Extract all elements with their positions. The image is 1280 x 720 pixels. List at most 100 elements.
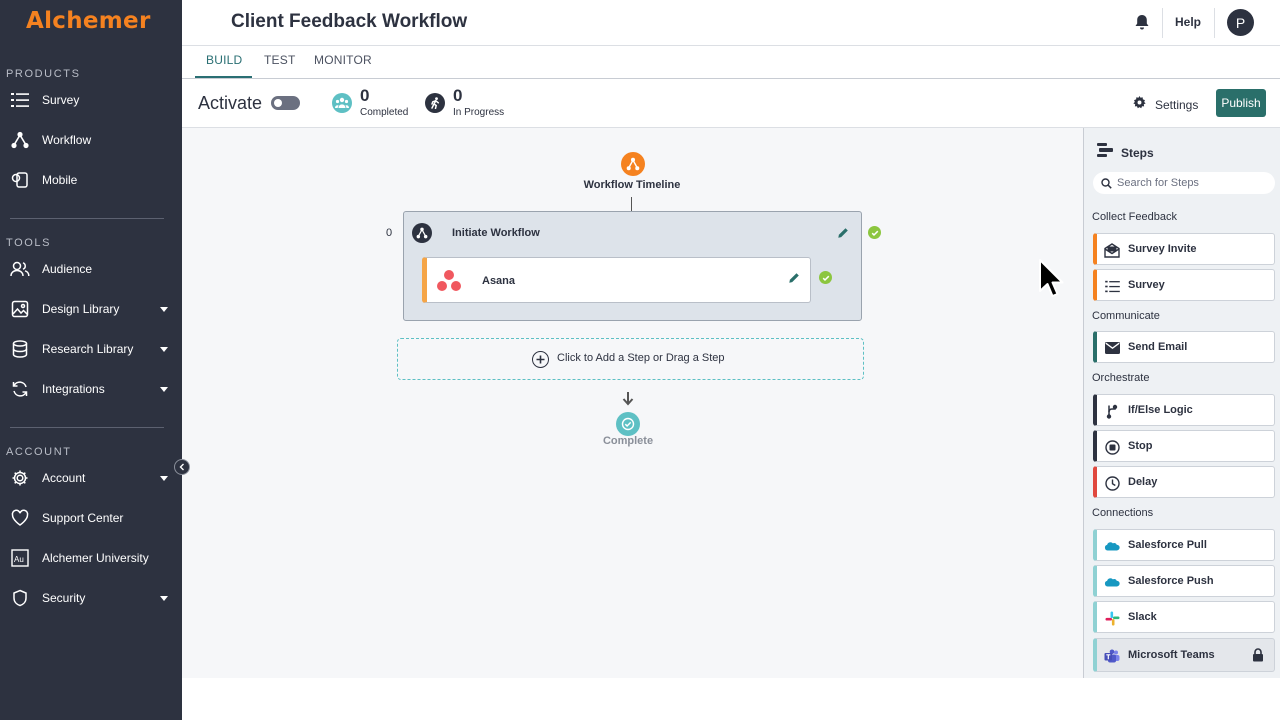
edit-pencil-icon[interactable] — [788, 271, 800, 283]
step-card-microsoft-teams[interactable]: Microsoft Teams — [1093, 638, 1275, 672]
section-label-products: PRODUCTS — [6, 68, 81, 80]
sidebar: Alchemer PRODUCTS Survey Workflow Mobile… — [0, 0, 182, 720]
salesforce-icon — [1104, 538, 1120, 554]
workflow-icon — [412, 223, 432, 243]
university-icon: Au — [10, 548, 30, 568]
steps-stack-icon — [1097, 143, 1113, 162]
sidebar-item-mobile[interactable]: Mobile — [0, 163, 182, 197]
workflow-toolbar: Activate 0 Completed 0 In Progress Setti… — [182, 79, 1280, 128]
chevron-down-icon — [160, 387, 168, 392]
group-label-connections: Connections — [1092, 507, 1154, 519]
in-progress-count: 0 — [453, 86, 463, 105]
initiate-workflow-step[interactable]: Initiate Workflow Asana — [403, 211, 881, 321]
group-label-communicate: Communicate — [1092, 310, 1160, 322]
sidebar-item-label: Research Library — [42, 342, 134, 356]
help-link[interactable]: Help — [1175, 15, 1201, 29]
svg-text:Au: Au — [14, 555, 24, 564]
sidebar-item-workflow[interactable]: Workflow — [0, 123, 182, 157]
sidebar-item-label: Alchemer University — [42, 551, 149, 565]
alchemer-logo[interactable]: Alchemer — [26, 8, 151, 34]
sidebar-divider — [10, 218, 164, 219]
group-label-collect-feedback: Collect Feedback — [1092, 211, 1177, 223]
sidebar-item-alchemer-university[interactable]: Au Alchemer University — [0, 541, 182, 575]
sidebar-item-integrations[interactable]: Integrations — [0, 372, 182, 406]
sidebar-item-audience[interactable]: Audience — [0, 252, 182, 286]
chevron-down-icon — [160, 596, 168, 601]
sidebar-item-account[interactable]: Account — [0, 461, 182, 495]
slack-icon — [1104, 610, 1120, 626]
sidebar-item-label: Account — [42, 471, 86, 485]
step-card-label: Stop — [1128, 440, 1153, 452]
sidebar-item-label: Audience — [42, 262, 93, 276]
workflow-canvas[interactable]: Workflow Timeline 0 Initiate Workflow As… — [182, 128, 1083, 678]
sidebar-item-support-center[interactable]: Support Center — [0, 501, 182, 535]
add-step-dropzone[interactable]: Click to Add a Step or Drag a Step — [397, 338, 864, 380]
avatar[interactable]: P — [1227, 9, 1254, 36]
step-card-slack[interactable]: Slack — [1093, 601, 1275, 633]
step-card-delay[interactable]: Delay — [1093, 466, 1275, 498]
activate-label: Activate — [198, 93, 263, 113]
settings-button[interactable]: Settings — [1133, 96, 1198, 114]
step-card-survey[interactable]: Survey — [1093, 269, 1275, 301]
steps-search-input[interactable] — [1117, 177, 1267, 189]
step-card-label: Delay — [1128, 476, 1158, 488]
settings-label: Settings — [1155, 98, 1199, 112]
stop-icon — [1104, 439, 1120, 455]
step-card-survey-invite[interactable]: Survey Invite — [1093, 233, 1275, 265]
sidebar-item-label: Integrations — [42, 382, 105, 396]
bell-icon[interactable] — [1133, 13, 1151, 31]
clock-icon — [1104, 475, 1120, 491]
bottom-strip — [182, 678, 1280, 720]
sidebar-item-design-library[interactable]: Design Library — [0, 292, 182, 326]
step-card-label: If/Else Logic — [1128, 404, 1193, 416]
search-icon — [1101, 177, 1112, 189]
section-label-tools: TOOLS — [6, 237, 52, 249]
database-icon — [10, 339, 30, 359]
add-step-label: Click to Add a Step or Drag a Step — [557, 352, 725, 364]
sync-icon — [10, 379, 30, 399]
steps-header: Steps — [1097, 143, 1154, 162]
steps-search[interactable] — [1093, 172, 1275, 194]
sidebar-item-research-library[interactable]: Research Library — [0, 332, 182, 366]
sidebar-item-security[interactable]: Security — [0, 581, 182, 615]
step-card-if-else-logic[interactable]: If/Else Logic — [1093, 394, 1275, 426]
sidebar-item-survey[interactable]: Survey — [0, 83, 182, 117]
salesforce-icon — [1104, 574, 1120, 590]
gear-icon — [1133, 96, 1146, 114]
steps-title: Steps — [1121, 145, 1154, 160]
step-card-label: Send Email — [1128, 341, 1188, 353]
running-icon — [425, 93, 445, 113]
toggle-knob — [274, 99, 282, 107]
section-label-account: ACCOUNT — [6, 446, 72, 458]
tab-build[interactable]: BUILD — [206, 53, 242, 67]
chevron-down-icon — [160, 307, 168, 312]
sidebar-collapse-button[interactable] — [174, 459, 190, 475]
activate-toggle[interactable] — [271, 96, 300, 110]
active-tab-indicator — [195, 76, 252, 78]
edit-pencil-icon[interactable] — [837, 226, 849, 238]
step-card-send-email[interactable]: Send Email — [1093, 331, 1275, 363]
chevron-down-icon — [160, 476, 168, 481]
step-card-salesforce-push[interactable]: Salesforce Push — [1093, 565, 1275, 597]
asana-step-card[interactable]: Asana — [422, 257, 811, 303]
arrow-down-icon — [621, 391, 635, 407]
completed-label: Completed — [360, 107, 409, 118]
audience-icon — [10, 259, 30, 279]
survey-list-icon — [10, 90, 30, 110]
timeline-title: Workflow Timeline — [583, 179, 681, 191]
steps-panel: Steps Collect Feedback Survey Invite Sur… — [1083, 128, 1280, 678]
publish-button[interactable]: Publish — [1216, 89, 1266, 117]
asana-icon — [435, 269, 463, 293]
tab-monitor[interactable]: MONITOR — [314, 53, 372, 67]
check-icon — [868, 226, 881, 239]
step-card-label: Survey — [1128, 279, 1165, 291]
tab-test[interactable]: TEST — [264, 53, 295, 67]
lock-icon — [1252, 648, 1264, 662]
sidebar-item-label: Survey — [42, 93, 80, 107]
step-card-stop[interactable]: Stop — [1093, 430, 1275, 462]
step-card-salesforce-pull[interactable]: Salesforce Pull — [1093, 529, 1275, 561]
step-card-label: Survey Invite — [1128, 243, 1197, 255]
header-divider — [1162, 8, 1163, 38]
heart-icon — [10, 508, 30, 528]
envelope-open-icon — [1104, 242, 1120, 258]
